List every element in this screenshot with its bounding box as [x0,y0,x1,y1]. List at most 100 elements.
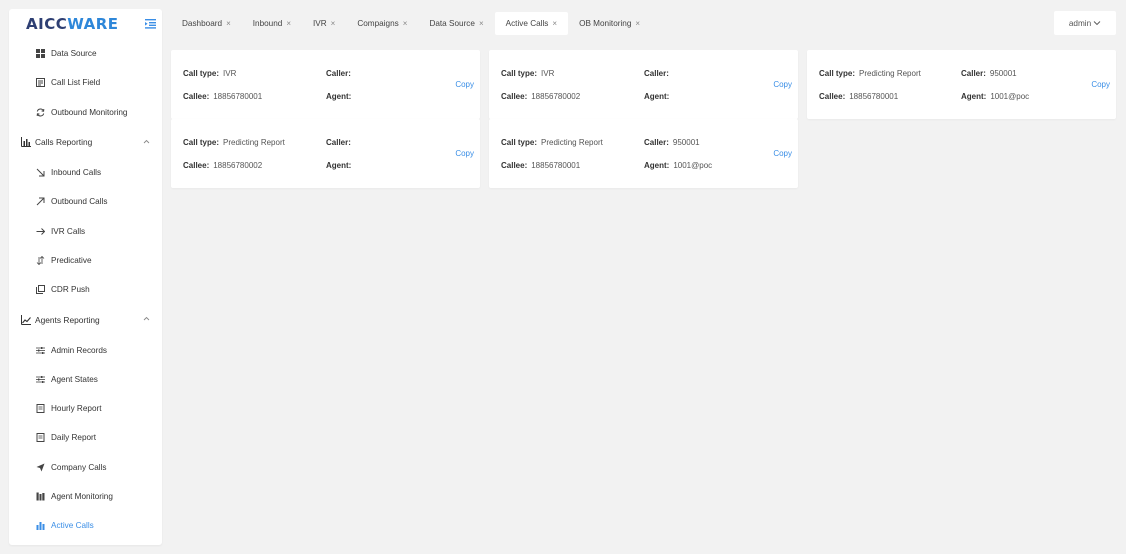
active-call-card: Call type: Predicting Report Caller: 95000… [807,50,1116,119]
sidebar-item-label: Outbound Monitoring [51,107,128,117]
arrow-down-right-icon [36,168,45,177]
field-label: Callee: [183,161,210,170]
sliders-icon [36,375,45,384]
chevron-up-icon[interactable] [143,315,150,322]
field-value: 18856780002 [213,161,263,170]
copy-link[interactable]: Copy [455,80,474,89]
user-menu-button[interactable]: admin [1054,11,1116,35]
sidebar-item-data-source[interactable]: Data Source [9,39,162,68]
agent-field: Agent: [326,92,355,101]
sidebar-item-agent-states[interactable]: Agent States [9,365,162,394]
field-label: Caller: [644,138,669,147]
callee-field: Callee: 18856780001 [501,161,580,170]
field-label: Caller: [961,69,986,78]
agent-field: Agent: [326,161,355,170]
agent-field: Agent: 1001@poc [644,161,712,170]
field-label: Call type: [501,138,538,147]
close-icon[interactable]: × [226,19,231,28]
tab-label: IVR [313,19,327,28]
caller-field: Caller: [644,69,673,78]
field-label: Caller: [326,138,351,147]
field-label: Call type: [183,138,220,147]
sidebar-item-outbound-calls[interactable]: Outbound Calls [9,187,162,216]
tab-ivr[interactable]: IVR × [302,12,346,35]
sidebar-item-inbound-calls[interactable]: Inbound Calls [9,158,162,187]
sidebar-item-admin-records[interactable]: Admin Records [9,335,162,364]
copy-link[interactable]: Copy [455,149,474,158]
field-label: Agent: [644,161,670,170]
sidebar-item-company-calls[interactable]: Company Calls [9,453,162,482]
tab-ob-monitoring[interactable]: OB Monitoring × [568,12,651,35]
field-value: Predicting Report [859,69,921,78]
field-value: 1001@poc [673,161,713,170]
sidebar-item-label: Agent Monitoring [51,492,113,501]
tab-label: Active Calls [505,19,549,28]
copy-link[interactable]: Copy [773,149,792,158]
sidebar-item-label: Outbound Calls [51,197,108,207]
sidebar-item-active-calls[interactable]: Active Calls [9,511,162,540]
close-icon[interactable]: × [552,19,557,28]
sidebar-item-outbound-monitoring[interactable]: Outbound Monitoring [9,98,162,127]
sidebar-item-label: Active Calls [51,521,94,531]
sidebar-group-agents-reporting[interactable]: Agents Reporting [9,304,162,335]
sidebar-item-label: Call List Field [51,78,101,88]
sidebar-group-calls-reporting[interactable]: Calls Reporting [9,127,162,158]
field-value: 18856780002 [531,92,581,101]
field-label: Call type: [501,69,538,78]
field-label: Callee: [501,92,528,101]
call-type-field: Call type: IVR [501,69,554,78]
field-label: Call type: [819,69,856,78]
sidebar-group-label: Agents Reporting [35,314,100,325]
tab-compaigns[interactable]: Compaigns × [346,12,418,35]
sidebar-item-agent-monitoring[interactable]: Agent Monitoring [9,482,162,511]
grid-icon [36,49,45,59]
field-label: Agent: [326,161,352,170]
bars-icon [36,521,45,531]
tab-bar: Dashboard × Inbound × IVR × Compaigns × Data… [171,12,651,35]
tab-inbound[interactable]: Inbound × [242,12,302,35]
copy-link[interactable]: Copy [773,80,792,89]
tab-data-source[interactable]: Data Source × [418,12,494,35]
field-label: Agent: [961,92,987,101]
field-value: 1001@poc [990,92,1030,101]
sidebar-item-label: Agent States [51,374,98,384]
sidebar-item-call-list-field[interactable]: Call List Field [9,68,162,97]
tab-active-calls[interactable]: Active Calls × [494,12,569,35]
sidebar-item-label: Hourly Report [51,404,102,414]
tab-label: Dashboard [182,19,223,28]
close-icon[interactable]: × [403,19,408,28]
field-value: Predicting Report [223,138,285,147]
sidebar-item-hourly-report[interactable]: Hourly Report [9,394,162,423]
sidebar-item-label: Predicative [51,255,92,265]
close-icon[interactable]: × [479,19,484,28]
sidebar-group-label: Calls Reporting [35,137,93,148]
chevron-up-icon[interactable] [143,138,150,145]
caller-field: Caller: 950001 [644,138,700,147]
menu-collapse-icon[interactable] [145,18,156,29]
refresh-icon [36,108,45,117]
copy-link[interactable]: Copy [1091,80,1110,89]
callee-field: Callee: 18856780002 [183,161,262,170]
sidebar-item-ivr-calls[interactable]: IVR Calls [9,216,162,245]
arrow-up-right-icon [36,197,45,206]
close-icon[interactable]: × [331,19,336,28]
field-value: 18856780001 [849,92,899,101]
tab-dashboard[interactable]: Dashboard × [171,12,242,35]
field-label: Agent: [644,92,670,101]
close-icon[interactable]: × [286,19,291,28]
call-type-field: Call type: Predicting Report [183,138,285,147]
agent-field: Agent: 1001@poc [961,92,1029,101]
sidebar-item-label: Inbound Calls [51,168,102,178]
call-type-field: Call type: Predicting Report [501,138,603,147]
sidebar-item-cdr-push[interactable]: CDR Push [9,275,162,304]
user-name: admin [1068,18,1092,28]
tab-label: Compaigns [357,19,399,28]
active-call-card: Call type: IVR Caller: Callee: 18856780001… [171,50,480,119]
copy-icon [36,285,45,295]
call-type-field: Call type: IVR [183,69,236,78]
tab-label: Data Source [429,19,475,28]
sidebar-item-daily-report[interactable]: Daily Report [9,423,162,452]
sidebar-item-predicative[interactable]: Predicative [9,246,162,275]
caller-field: Caller: 950001 [961,69,1017,78]
close-icon[interactable]: × [635,19,640,28]
